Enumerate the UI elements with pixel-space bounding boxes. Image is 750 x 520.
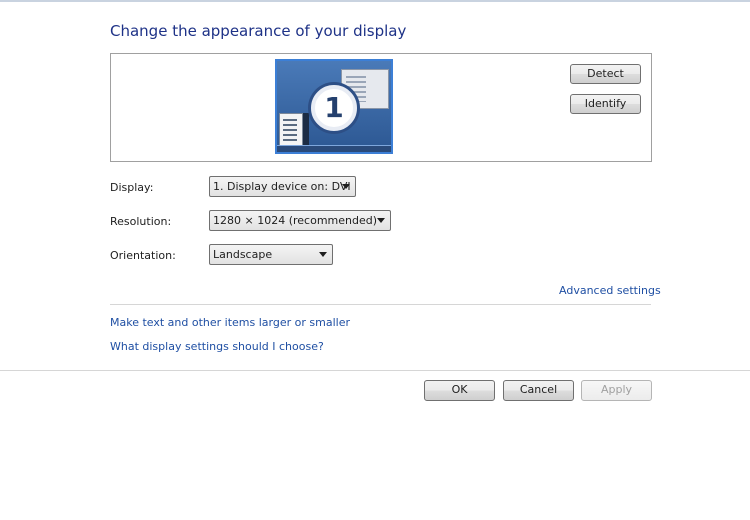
display-preview-panel: 1 Detect Identify xyxy=(110,53,652,162)
orientation-label: Orientation: xyxy=(110,249,176,262)
resolution-select-value: 1280 × 1024 (recommended) xyxy=(213,214,378,227)
display-label: Display: xyxy=(110,181,154,194)
identify-button[interactable]: Identify xyxy=(570,94,641,114)
top-border xyxy=(0,0,750,2)
section-divider xyxy=(110,304,651,305)
resolution-label: Resolution: xyxy=(110,215,172,228)
display-select-value: 1. Display device on: DVI xyxy=(213,180,351,193)
orientation-select[interactable]: Landscape xyxy=(209,244,333,265)
detect-button[interactable]: Detect xyxy=(570,64,641,84)
document-thumbnail-icon xyxy=(279,113,303,149)
apply-button[interactable]: Apply xyxy=(581,380,652,401)
resolution-select[interactable]: 1280 × 1024 (recommended) xyxy=(209,210,391,231)
chevron-down-icon xyxy=(319,252,327,257)
text-size-link[interactable]: Make text and other items larger or smal… xyxy=(110,316,350,329)
footer-divider xyxy=(0,370,750,371)
display-select[interactable]: 1. Display device on: DVI xyxy=(209,176,356,197)
chevron-down-icon xyxy=(377,218,385,223)
cancel-button[interactable]: Cancel xyxy=(503,380,574,401)
ok-button[interactable]: OK xyxy=(424,380,495,401)
page-title: Change the appearance of your display xyxy=(110,22,407,40)
display-help-link[interactable]: What display settings should I choose? xyxy=(110,340,324,353)
monitor-number-badge: 1 xyxy=(311,85,357,131)
taskbar-thumbnail xyxy=(277,145,391,152)
monitor-1-thumbnail[interactable]: 1 xyxy=(275,59,393,154)
advanced-settings-link[interactable]: Advanced settings xyxy=(559,284,661,297)
orientation-select-value: Landscape xyxy=(213,248,273,261)
sidebar-thumbnail-icon xyxy=(303,113,309,147)
chevron-down-icon xyxy=(342,184,350,189)
